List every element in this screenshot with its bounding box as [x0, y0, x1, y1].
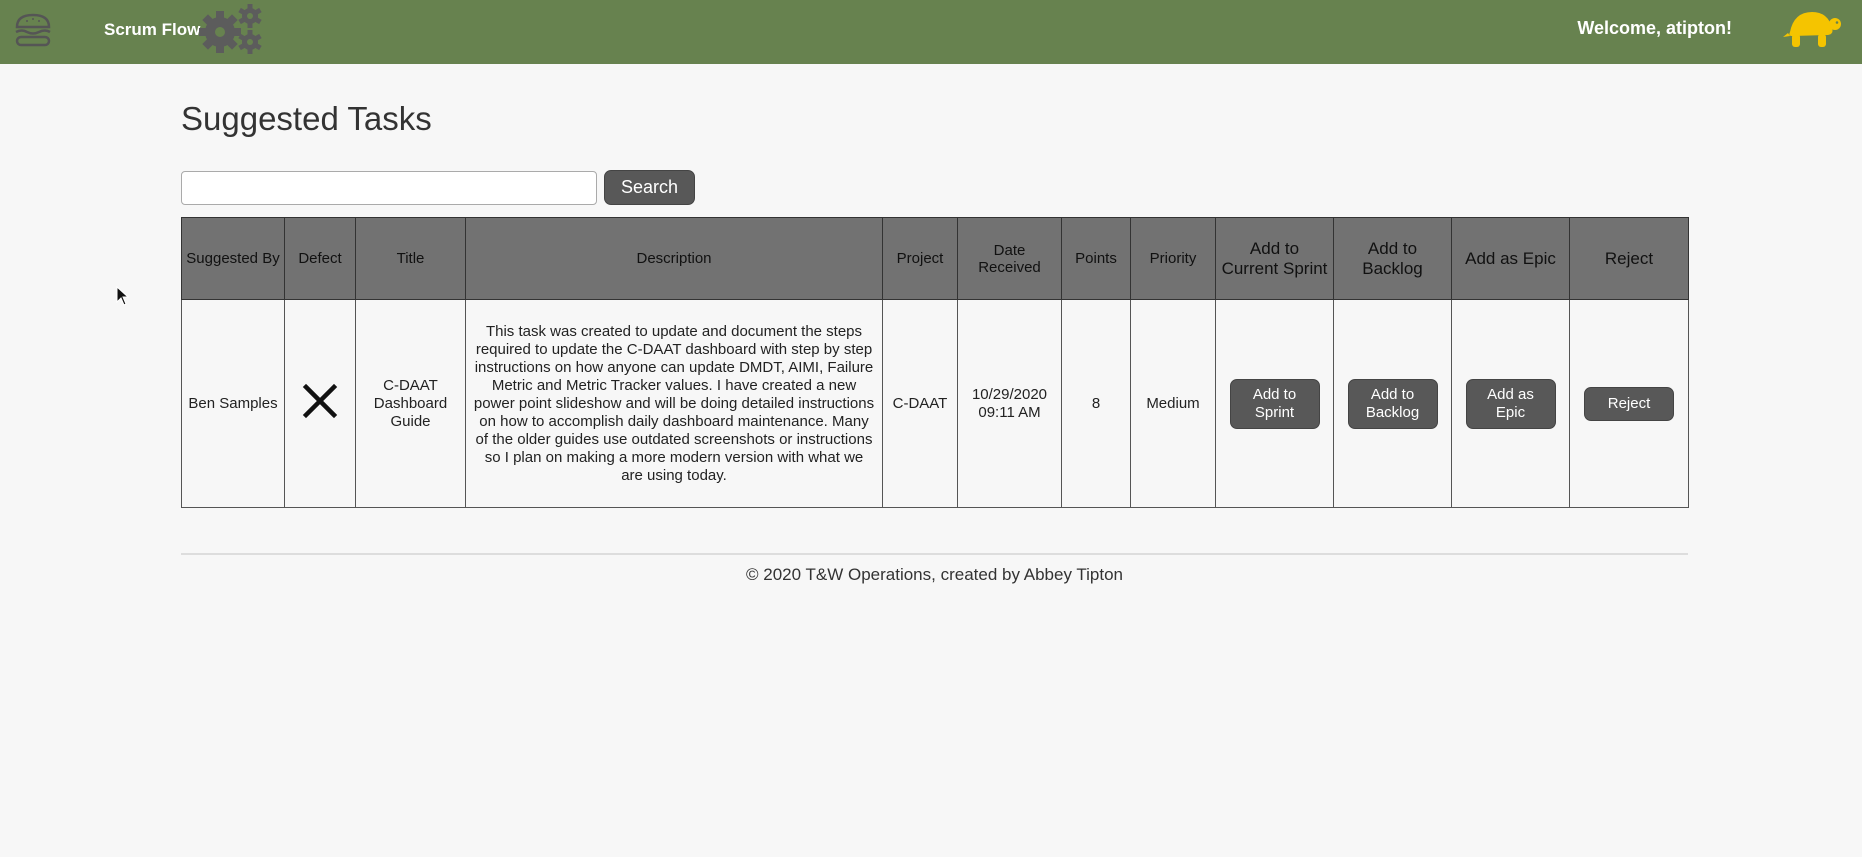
search-input[interactable]: [181, 171, 597, 205]
cell-description: This task was created to update and docu…: [465, 299, 883, 508]
header-points: Points: [1061, 217, 1131, 300]
cell-defect: [284, 299, 356, 508]
cell-suggested-by: Ben Samples: [181, 299, 285, 508]
header-date-received: Date Received: [957, 217, 1062, 300]
header-description: Description: [465, 217, 883, 300]
header-suggested-by: Suggested By: [181, 217, 285, 300]
cell-priority: Medium: [1130, 299, 1216, 508]
footer-divider: [181, 553, 1688, 555]
header-title: Title: [355, 217, 466, 300]
cell-points: 8: [1061, 299, 1131, 508]
header-project: Project: [882, 217, 958, 300]
cell-add-epic: Add as Epic: [1451, 299, 1570, 508]
search-button[interactable]: Search: [604, 170, 695, 205]
app-brand[interactable]: Scrum Flow: [104, 20, 200, 40]
hamburger-icon[interactable]: [12, 12, 54, 48]
x-icon: [302, 383, 338, 419]
add-as-epic-button[interactable]: Add as Epic: [1465, 378, 1556, 429]
table-header-row: Suggested By Defect Title Description Pr…: [181, 217, 1689, 300]
cell-date-received: 10/29/2020 09:11 AM: [957, 299, 1062, 508]
cell-reject: Reject: [1569, 299, 1689, 508]
turtle-icon[interactable]: [1782, 6, 1842, 52]
header-add-epic: Add as Epic: [1451, 217, 1570, 300]
welcome-message: Welcome, atipton!: [1577, 18, 1732, 38]
cell-add-backlog: Add to Backlog: [1333, 299, 1452, 508]
navbar: Scrum Flow Welcome, atipton!: [0, 0, 1862, 64]
reject-button[interactable]: Reject: [1584, 386, 1674, 421]
header-priority: Priority: [1130, 217, 1216, 300]
page-title: Suggested Tasks: [181, 100, 432, 137]
table-row: Ben Samples C-DAAT Dashboard Guide This …: [181, 299, 1689, 508]
suggested-tasks-table: Suggested By Defect Title Description Pr…: [181, 217, 1689, 508]
cell-project: C-DAAT: [882, 299, 958, 508]
header-defect: Defect: [284, 217, 356, 300]
mouse-cursor-icon: [116, 286, 130, 306]
footer-text: © 2020 T&W Operations, created by Abbey …: [746, 565, 1123, 584]
cell-add-sprint: Add to Sprint: [1215, 299, 1334, 508]
header-add-backlog: Add to Backlog: [1333, 217, 1452, 300]
header-add-current-sprint: Add to Current Sprint: [1215, 217, 1334, 300]
gears-icon: [199, 4, 262, 54]
header-reject: Reject: [1569, 217, 1689, 300]
add-to-backlog-button[interactable]: Add to Backlog: [1347, 378, 1438, 429]
add-to-sprint-button[interactable]: Add to Sprint: [1229, 378, 1320, 429]
cell-title: C-DAAT Dashboard Guide: [355, 299, 466, 508]
